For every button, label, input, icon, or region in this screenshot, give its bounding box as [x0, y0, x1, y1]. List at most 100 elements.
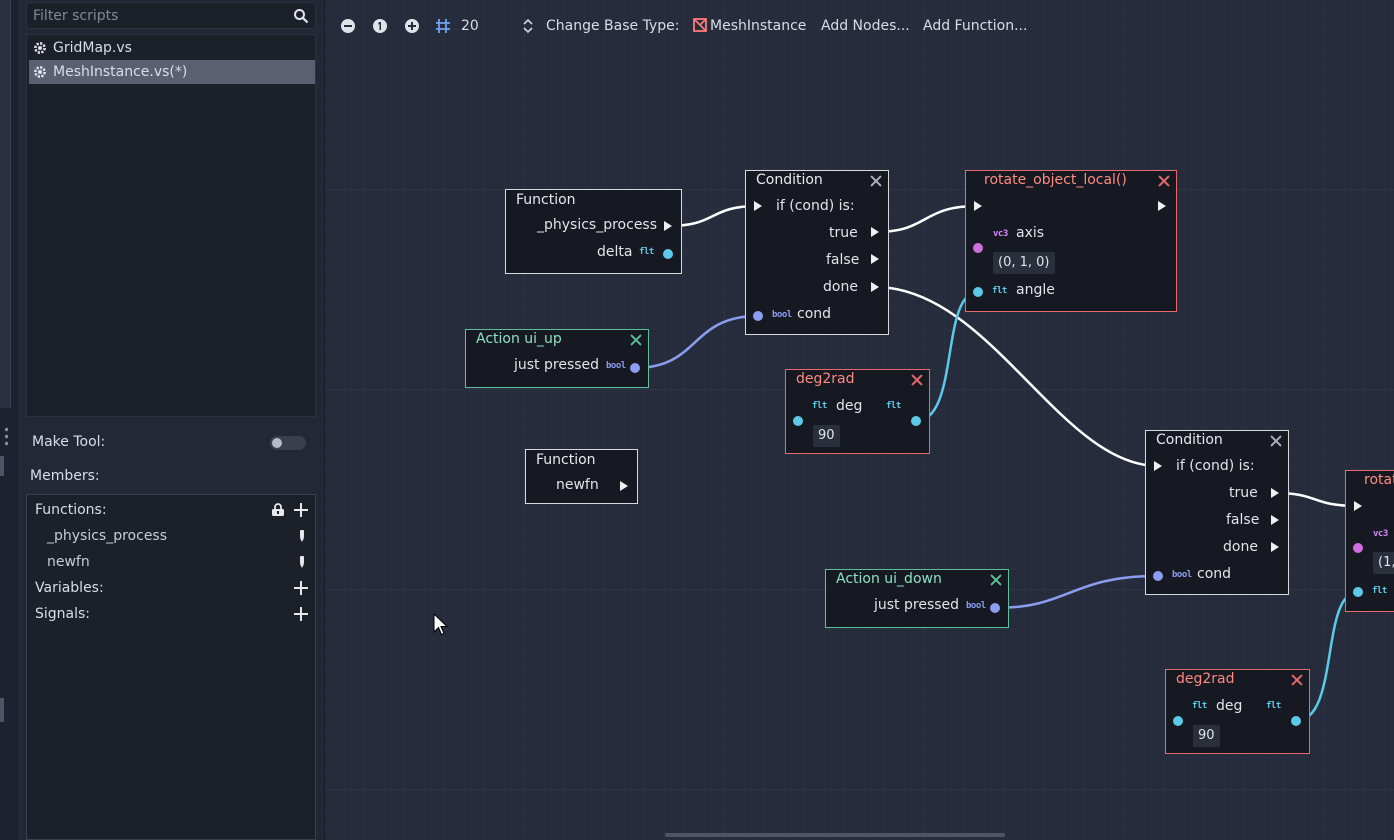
exec-input-port[interactable]	[974, 201, 982, 211]
exec-output-port[interactable]	[1271, 488, 1279, 498]
add-function-icon[interactable]	[293, 502, 309, 518]
script-item-gridmap[interactable]: GridMap.vs	[29, 36, 315, 60]
mouse-cursor-icon	[433, 613, 449, 636]
float-input-port[interactable]	[1353, 587, 1363, 597]
function-node-physics-process[interactable]: Function _physics_process delta flt	[505, 189, 682, 274]
deg-value-field[interactable]: 90	[1193, 725, 1220, 747]
node-title: Function	[516, 192, 576, 208]
vector3-type-icon: vc3	[1373, 529, 1388, 539]
exec-output-port[interactable]	[871, 227, 879, 237]
node-title: rotat	[1364, 472, 1394, 488]
drag-handle-icon[interactable]	[5, 426, 8, 446]
deg-value-field[interactable]: 90	[813, 425, 840, 447]
action-ui-down-node[interactable]: Action ui_down just pressed bool	[825, 569, 1009, 628]
rotate-object-local-node[interactable]: rotate_object_local() vc3 axis (0, 1, 0)…	[965, 170, 1177, 312]
vector3-input-port[interactable]	[1353, 543, 1363, 553]
spinner-arrows-icon[interactable]	[523, 18, 533, 34]
make-tool-toggle[interactable]	[270, 436, 306, 450]
filter-scripts-input[interactable]	[27, 3, 291, 28]
bool-type-icon: bool	[1172, 570, 1192, 580]
override-function-icon[interactable]	[271, 503, 285, 517]
deg2rad-node[interactable]: deg2rad flt deg flt 90	[785, 369, 930, 454]
add-variable-icon[interactable]	[293, 580, 309, 596]
float-type-icon: flt	[639, 247, 654, 257]
deg2rad-node[interactable]: deg2rad flt deg flt 90	[1165, 669, 1310, 754]
node-output-label: true	[829, 225, 858, 241]
script-list: GridMap.vs MeshInstance.vs(*)	[26, 34, 316, 417]
graph-horizontal-scrollbar[interactable]	[665, 833, 1005, 837]
exec-output-port[interactable]	[664, 221, 672, 231]
float-output-port[interactable]	[911, 416, 921, 426]
bool-type-icon: bool	[606, 361, 626, 371]
functions-section[interactable]: Functions:	[27, 498, 315, 522]
close-icon[interactable]	[630, 334, 642, 346]
exec-output-port[interactable]	[1271, 515, 1279, 525]
zoom-out-icon[interactable]	[340, 18, 356, 34]
node-input-label: deg	[836, 398, 863, 414]
exec-input-port[interactable]	[754, 201, 762, 211]
node-input-label: deg	[1216, 698, 1243, 714]
float-type-icon: flt	[812, 401, 827, 411]
exec-input-port[interactable]	[1354, 501, 1362, 511]
node-title: Action ui_down	[836, 571, 942, 587]
search-icon[interactable]	[293, 8, 309, 24]
filter-scripts-box	[26, 2, 316, 29]
exec-output-port[interactable]	[1158, 201, 1166, 211]
float-type-icon: flt	[1266, 701, 1281, 711]
float-type-icon: flt	[1192, 701, 1207, 711]
add-nodes-button[interactable]: Add Nodes...	[821, 18, 910, 34]
exec-output-port[interactable]	[871, 282, 879, 292]
function-item-physics-process[interactable]: _physics_process	[27, 524, 315, 548]
edit-icon[interactable]	[299, 530, 305, 542]
bool-input-port[interactable]	[753, 311, 763, 321]
variables-section[interactable]: Variables:	[27, 576, 315, 600]
node-input-label: cond	[797, 306, 832, 322]
condition-node[interactable]: Condition if (cond) is: true false done …	[745, 170, 889, 335]
zoom-in-icon[interactable]	[404, 18, 420, 34]
node-input-label: axis	[1016, 225, 1045, 241]
make-tool-row: Make Tool:	[32, 433, 312, 453]
float-input-port[interactable]	[973, 287, 983, 297]
axis-value-field[interactable]: (1,	[1373, 552, 1394, 574]
float-input-port[interactable]	[1173, 716, 1183, 726]
snap-step-input[interactable]	[461, 16, 511, 36]
script-item-label: MeshInstance.vs(*)	[53, 64, 188, 80]
change-base-type-label: Change Base Type:	[546, 18, 680, 34]
toggle-knob	[272, 438, 282, 448]
node-output-label: _physics_process	[537, 217, 658, 233]
exec-input-port[interactable]	[1154, 461, 1162, 471]
function-item-newfn[interactable]: newfn	[27, 550, 315, 574]
float-output-port[interactable]	[1291, 716, 1301, 726]
node-input-label: if (cond) is:	[1176, 458, 1255, 474]
bool-input-port[interactable]	[1153, 571, 1163, 581]
condition-node[interactable]: Condition if (cond) is: true false done …	[1145, 430, 1289, 595]
bool-output-port[interactable]	[990, 603, 1000, 613]
float-input-port[interactable]	[793, 416, 803, 426]
action-ui-up-node[interactable]: Action ui_up just pressed bool	[465, 329, 649, 388]
signals-section[interactable]: Signals:	[27, 602, 315, 626]
snap-grid-icon[interactable]	[435, 18, 451, 34]
close-icon[interactable]	[870, 175, 882, 187]
close-icon[interactable]	[1291, 674, 1303, 686]
edit-icon[interactable]	[299, 556, 305, 568]
function-node-newfn[interactable]: Function newfn	[525, 449, 638, 504]
axis-value-field[interactable]: (0, 1, 0)	[993, 252, 1055, 274]
add-function-button[interactable]: Add Function...	[923, 18, 1027, 34]
snap-step-field[interactable]	[461, 16, 521, 36]
close-icon[interactable]	[1270, 435, 1282, 447]
close-icon[interactable]	[990, 574, 1002, 586]
bool-type-icon: bool	[966, 601, 986, 611]
script-item-meshinstance[interactable]: MeshInstance.vs(*)	[29, 60, 315, 84]
exec-output-port[interactable]	[620, 481, 628, 491]
node-title: deg2rad	[1176, 671, 1235, 687]
node-output-label: false	[826, 252, 860, 268]
add-signal-icon[interactable]	[293, 606, 309, 622]
vector3-input-port[interactable]	[973, 243, 983, 253]
exec-output-port[interactable]	[871, 254, 879, 264]
float-output-port[interactable]	[663, 249, 673, 259]
close-icon[interactable]	[1158, 175, 1170, 187]
zoom-reset-icon[interactable]	[372, 18, 388, 34]
exec-output-port[interactable]	[1271, 542, 1279, 552]
close-icon[interactable]	[911, 374, 923, 386]
bool-output-port[interactable]	[630, 363, 640, 373]
